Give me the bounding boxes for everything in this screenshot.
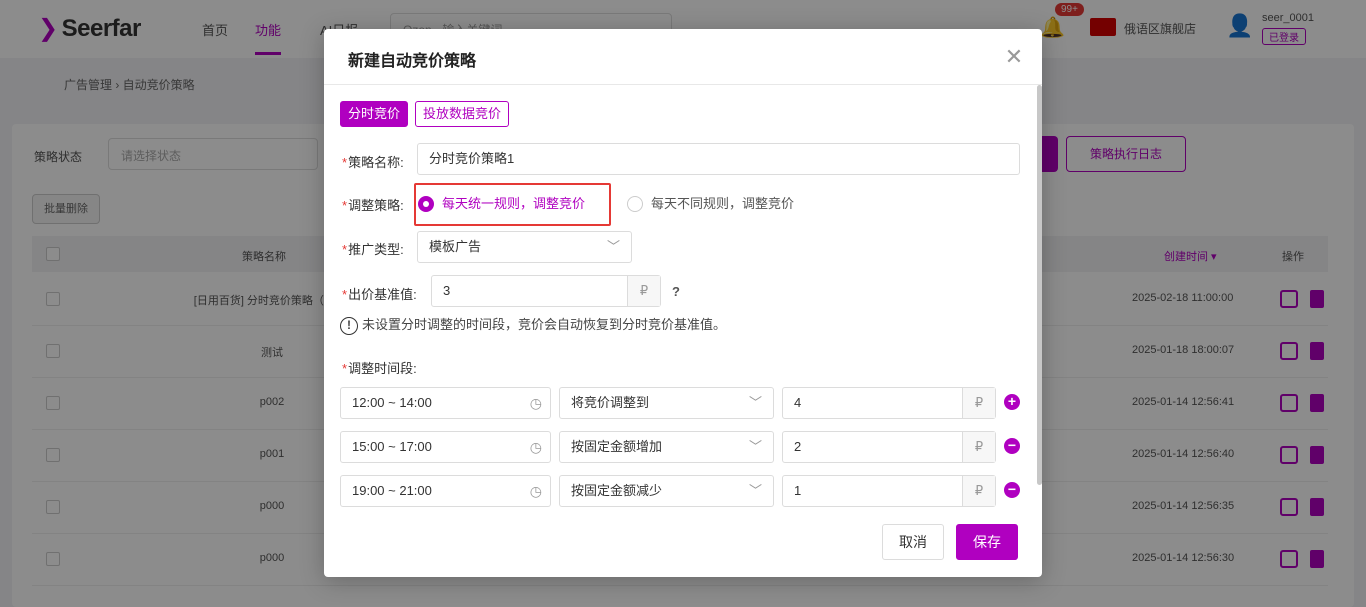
tab-data-bidding[interactable]: 投放数据竞价 <box>415 101 510 127</box>
time-range-picker[interactable]: 12:00 ~ 14:00 ◷ <box>340 387 551 419</box>
modal-header: 新建自动竞价策略 ✕ <box>324 29 1042 85</box>
ruble-suffix: ₽ <box>962 476 995 506</box>
radio-different-rule[interactable]: 每天不同规则，调整竞价 <box>627 194 794 214</box>
periods-label: *调整时间段: <box>342 361 417 376</box>
adjust-strategy-label: *调整策略: <box>342 198 404 213</box>
ruble-suffix: ₽ <box>962 432 995 462</box>
clock-icon: ◷ <box>529 395 542 411</box>
ruble-suffix: ₽ <box>627 276 660 306</box>
modal-scrollbar[interactable] <box>1037 85 1042 485</box>
clock-icon: ◷ <box>529 483 542 499</box>
amount-input[interactable]: 4 ₽ <box>782 387 996 419</box>
chevron-down-icon: ﹀ <box>606 239 620 254</box>
promo-type-label: *推广类型: <box>342 242 404 257</box>
notice-text: ! 未设置分时调整的时间段，竞价会自动恢复到分时竞价基准值。 <box>340 314 726 335</box>
amount-input[interactable]: 1 ₽ <box>782 475 996 507</box>
radio-unchecked-icon <box>627 195 643 212</box>
modal-title: 新建自动竞价策略 <box>348 53 477 70</box>
action-select[interactable]: 按固定金额减少 ﹀ <box>559 475 774 507</box>
radio-checked-icon <box>418 195 434 212</box>
help-icon[interactable]: ? <box>672 284 680 299</box>
clock-icon: ◷ <box>529 439 542 455</box>
amount-input[interactable]: 2 ₽ <box>782 431 996 463</box>
time-range-picker[interactable]: 19:00 ~ 21:00 ◷ <box>340 475 551 507</box>
chevron-down-icon: ﹀ <box>748 439 762 454</box>
action-select[interactable]: 将竞价调整到 ﹀ <box>559 387 774 419</box>
remove-period-button[interactable]: − <box>1004 482 1020 498</box>
base-bid-input[interactable]: 3 ₽ <box>431 275 661 307</box>
tab-time-bidding[interactable]: 分时竞价 <box>340 101 409 127</box>
cancel-button[interactable]: 取消 <box>882 524 944 560</box>
chevron-down-icon: ﹀ <box>748 395 762 410</box>
ruble-suffix: ₽ <box>962 388 995 418</box>
new-bid-strategy-modal: 新建自动竞价策略 ✕ 分时竞价 投放数据竞价 *策略名称: 分时竞价策略1 *调… <box>324 29 1042 577</box>
base-bid-label: *出价基准值: <box>342 287 417 302</box>
remove-period-button[interactable]: − <box>1004 438 1020 454</box>
strategy-name-input[interactable]: 分时竞价策略1 <box>417 143 1020 175</box>
save-button[interactable]: 保存 <box>956 524 1018 560</box>
action-select[interactable]: 按固定金额增加 ﹀ <box>559 431 774 463</box>
add-period-button[interactable]: + <box>1004 394 1020 410</box>
info-icon: ! <box>340 316 358 335</box>
radio-uniform-rule[interactable]: 每天统一规则，调整竞价 <box>418 194 585 214</box>
time-range-picker[interactable]: 15:00 ~ 17:00 ◷ <box>340 431 551 463</box>
chevron-down-icon: ﹀ <box>748 483 762 498</box>
strategy-name-label: *策略名称: <box>342 155 404 170</box>
close-icon[interactable]: ✕ <box>1000 43 1028 71</box>
promo-type-select[interactable]: 模板广告 ﹀ <box>417 231 632 263</box>
